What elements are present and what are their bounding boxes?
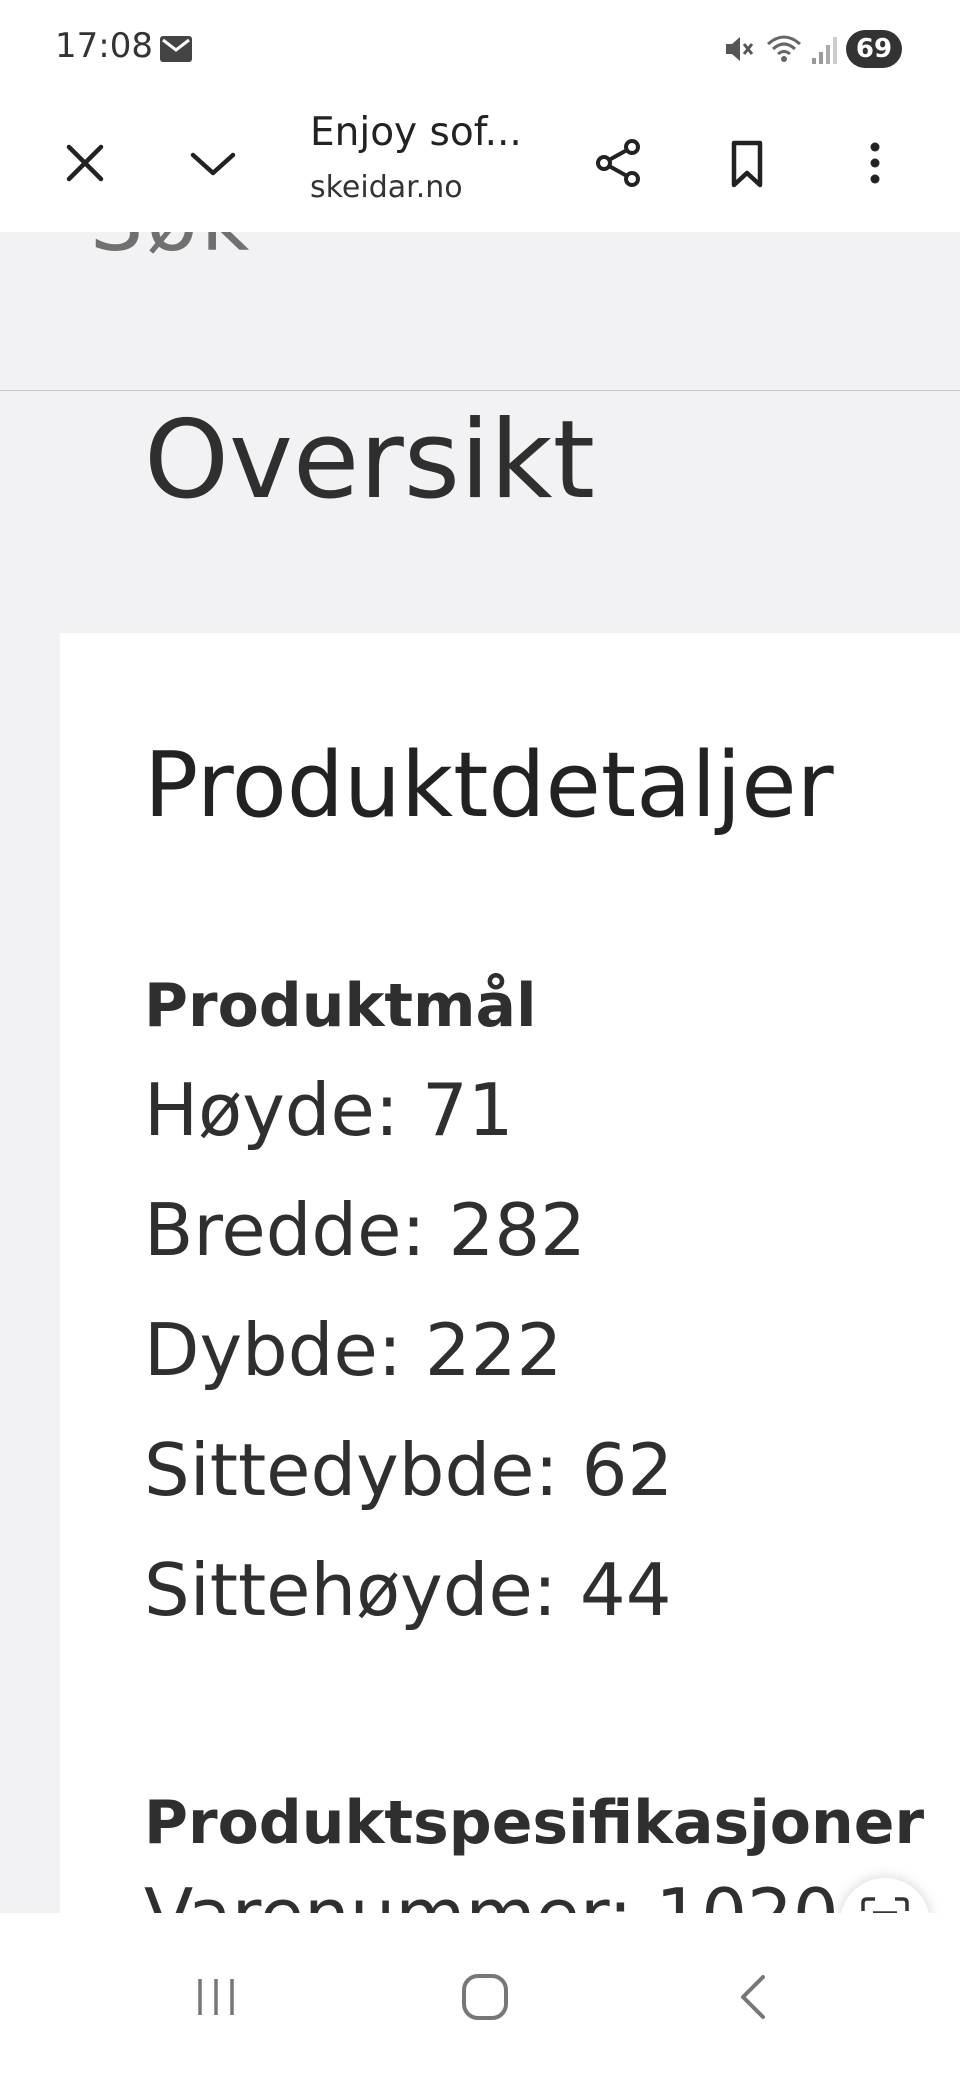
system-nav-bar: [0, 1913, 960, 2081]
page-url[interactable]: skeidar.no: [310, 170, 463, 205]
battery-badge: 69: [846, 30, 902, 68]
tab-title[interactable]: Enjoy sof...: [310, 110, 522, 155]
search-area[interactable]: Søk: [0, 232, 960, 391]
dimension-line-height: Høyde: 71: [144, 1068, 514, 1152]
status-bar: 17:08 69: [0, 0, 960, 95]
more-vert-icon[interactable]: [845, 133, 905, 193]
dimension-line-depth: Dybde: 222: [144, 1308, 563, 1392]
bookmark-icon[interactable]: [717, 133, 777, 193]
home-icon[interactable]: [455, 1967, 515, 2027]
dimensions-heading: Produktmål: [144, 971, 537, 1041]
close-icon[interactable]: [55, 133, 115, 193]
back-icon[interactable]: [725, 1967, 785, 2027]
page-title: Oversikt: [144, 398, 595, 523]
specs-heading: Produktspesifikasjoner: [144, 1788, 925, 1858]
search-label: Søk: [90, 232, 252, 270]
signal-icon: [810, 32, 840, 66]
product-details-card: Produktdetaljer Produktmål Høyde: 71 Bre…: [60, 633, 960, 1957]
dimension-line-seat-depth: Sittedybde: 62: [144, 1428, 674, 1512]
mute-icon: [722, 32, 756, 66]
share-icon[interactable]: [588, 133, 648, 193]
dimension-line-seat-height: Sittehøyde: 44: [144, 1548, 672, 1632]
product-details-title: Produktdetaljer: [144, 733, 834, 838]
status-time: 17:08: [55, 26, 153, 66]
dimension-line-width: Bredde: 282: [144, 1188, 586, 1272]
mail-icon: [160, 36, 192, 62]
wifi-icon: [764, 30, 804, 66]
chevron-down-icon[interactable]: [183, 133, 243, 193]
recent-apps-icon[interactable]: [186, 1967, 246, 2027]
